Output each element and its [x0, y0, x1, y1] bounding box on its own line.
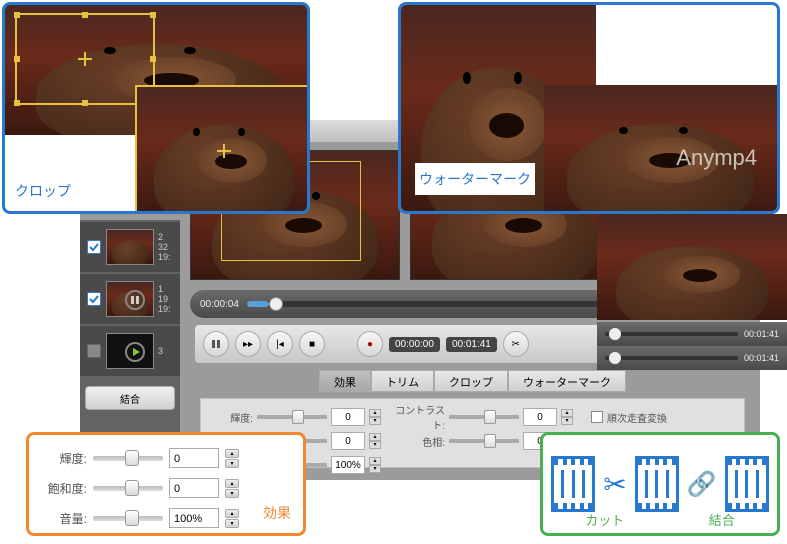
watermark-text: Anymp4 [676, 145, 757, 171]
crop-label: クロップ [15, 181, 71, 201]
volume-spinner[interactable]: ▴▾ [369, 457, 381, 473]
tab-crop[interactable]: クロップ [434, 370, 508, 392]
effect-title: 効果 [263, 503, 291, 523]
clip-item[interactable]: 23219: [80, 222, 180, 272]
crop-callout: クロップ [2, 2, 310, 214]
cut-label: カット [585, 510, 624, 529]
brightness-value[interactable]: 0 [169, 448, 219, 468]
hue-slider[interactable] [449, 439, 519, 443]
prev-button[interactable]: |◂ [267, 331, 293, 357]
film-icon [635, 456, 679, 512]
right-preview-stack: 00:01:41 00:01:41 [597, 214, 787, 434]
contrast-spinner[interactable]: ▴▾ [561, 409, 573, 425]
tab-effect[interactable]: 効果 [319, 370, 371, 392]
mini-timeline[interactable]: 00:01:41 [597, 346, 787, 370]
merge-label: 結合 [709, 510, 735, 529]
clip-checkbox[interactable] [87, 344, 101, 358]
mini-time: 00:01:41 [744, 329, 779, 339]
crop-zoom-preview [135, 85, 310, 214]
next-frame-button[interactable]: ▸▸ [235, 331, 261, 357]
saturation-slider[interactable] [93, 486, 163, 491]
film-icon [725, 456, 769, 512]
effect-callout: 輝度: 0 ▴▾ 飽和度: 0 ▴▾ 音量: 100% ▴▾ 効果 [26, 432, 306, 536]
brightness-slider[interactable] [257, 415, 327, 419]
clip-checkbox[interactable] [87, 292, 101, 306]
clip-info: 23219: [158, 232, 171, 262]
volume-value[interactable]: 100% [169, 508, 219, 528]
saturation-value[interactable]: 0 [169, 478, 219, 498]
clip-checkbox[interactable] [87, 240, 101, 254]
spinner[interactable]: ▴▾ [225, 509, 239, 528]
clip-item[interactable]: 11919: [80, 274, 180, 324]
cut-merge-callout: ✂ 🔗 カット 結合 [540, 432, 780, 536]
clip-info: 3 [158, 346, 163, 356]
time-start: 00:00:00 [389, 337, 440, 352]
play-button[interactable] [125, 342, 145, 362]
crop-selection[interactable] [15, 13, 155, 105]
hue-label: 色相: [385, 434, 445, 449]
current-time: 00:00:04 [200, 299, 239, 310]
chain-icon: 🔗 [687, 470, 717, 499]
saturation-spinner[interactable]: ▴▾ [369, 433, 381, 449]
brightness-label: 輝度: [209, 410, 253, 425]
tab-trim[interactable]: トリム [371, 370, 434, 392]
record-button[interactable]: ● [357, 331, 383, 357]
volume-slider[interactable] [93, 516, 163, 521]
contrast-slider[interactable] [449, 415, 519, 419]
merge-button[interactable]: 結合 [85, 386, 175, 410]
brightness-value[interactable]: 0 [331, 408, 365, 426]
spinner[interactable]: ▴▾ [225, 449, 239, 468]
snapshot-button[interactable]: ✂ [503, 331, 529, 357]
spinner[interactable]: ▴▾ [225, 479, 239, 498]
brightness-spinner[interactable]: ▴▾ [369, 409, 381, 425]
stop-button[interactable]: ■ [299, 331, 325, 357]
contrast-label: コントラスト: [385, 402, 445, 432]
brightness-label: 輝度: [39, 450, 87, 467]
scissors-icon: ✂ [603, 468, 626, 501]
watermark-callout: Anymp4 ウォーターマーク [398, 2, 780, 214]
time-end: 00:01:41 [446, 337, 497, 352]
clip-item[interactable]: 3 [80, 326, 180, 376]
brightness-slider[interactable] [93, 456, 163, 461]
mini-time: 00:01:41 [744, 353, 779, 363]
clip-info: 11919: [158, 284, 171, 314]
watermark-label: ウォーターマーク [415, 163, 535, 195]
pause-button[interactable] [203, 331, 229, 357]
volume-label: 音量: [39, 510, 87, 527]
contrast-value[interactable]: 0 [523, 408, 557, 426]
timeline-knob[interactable] [269, 297, 283, 311]
mini-timeline[interactable]: 00:01:41 [597, 322, 787, 346]
clip-thumbnail [106, 229, 154, 265]
pause-button[interactable] [125, 290, 145, 310]
volume-value[interactable]: 100% [331, 456, 365, 474]
saturation-label: 飽和度: [39, 480, 87, 497]
film-icon [551, 456, 595, 512]
saturation-value[interactable]: 0 [331, 432, 365, 450]
preview-frame [597, 214, 787, 320]
